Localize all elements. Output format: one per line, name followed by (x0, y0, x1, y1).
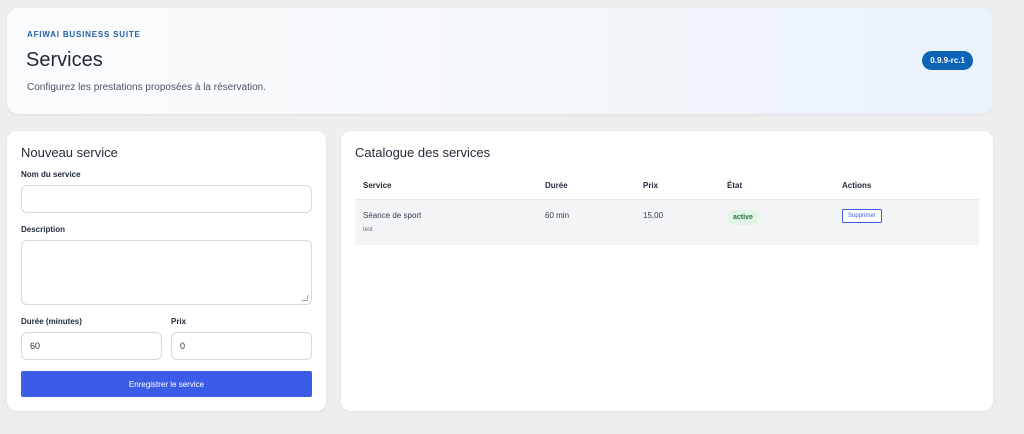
page-subtitle: Configurez les prestations proposées à l… (27, 82, 267, 93)
duration-label: Durée (minutes) (21, 317, 82, 326)
table-header: Service Durée Prix État Actions (355, 171, 979, 200)
page-title: Services (26, 49, 103, 71)
column-header-status: État (727, 181, 743, 190)
save-service-button[interactable]: Enregistrer le service (21, 371, 312, 397)
column-header-actions: Actions (842, 181, 872, 190)
new-service-title: Nouveau service (21, 145, 118, 160)
price-input[interactable]: 0 (171, 332, 312, 360)
column-header-price: Prix (643, 181, 659, 190)
description-textarea[interactable] (21, 240, 312, 305)
column-header-service: Service (363, 181, 392, 190)
table-row: Séance de sport test 60 min 15,00 active… (355, 200, 979, 245)
service-name-input[interactable] (21, 185, 312, 213)
catalog-title: Catalogue des services (355, 145, 491, 160)
version-badge: 0.9.9-rc.1 (922, 51, 973, 70)
column-header-duration: Durée (545, 181, 568, 190)
catalog-card: Catalogue des services Service Durée Pri… (341, 131, 993, 411)
service-name-cell: Séance de sport (363, 211, 422, 220)
duration-input[interactable]: 60 (21, 332, 162, 360)
duration-cell: 60 min (545, 211, 570, 220)
resize-handle-icon[interactable] (301, 295, 309, 301)
brand-label: AFIWAI BUSINESS SUITE (27, 30, 141, 39)
new-service-card: Nouveau service Nom du service Descripti… (7, 131, 326, 411)
page-header: AFIWAI BUSINESS SUITE Services Configure… (7, 8, 993, 114)
service-name-label: Nom du service (21, 170, 81, 179)
price-label: Prix (171, 317, 187, 326)
description-label: Description (21, 225, 66, 234)
service-description-cell: test (363, 227, 373, 233)
delete-button[interactable]: Supprimer (842, 209, 882, 223)
status-badge: active (727, 210, 759, 225)
price-cell: 15,00 (643, 211, 664, 220)
